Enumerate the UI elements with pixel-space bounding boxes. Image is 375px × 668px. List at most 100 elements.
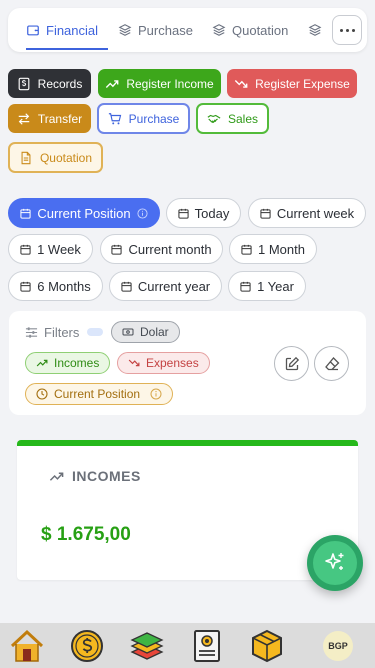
incomes-header: INCOMES	[49, 468, 141, 484]
period-today-label: Today	[194, 205, 230, 221]
module-tabs: Financial Purchase Quotation	[8, 8, 367, 52]
period-current-year-label: Current year	[137, 278, 211, 294]
calendar-icon	[121, 281, 132, 292]
tab-purchase[interactable]: Purchase	[118, 8, 193, 52]
info-icon	[137, 207, 148, 219]
filters-card: Filters Dolar Incomes Expenses Current P…	[9, 311, 366, 415]
handshake-icon	[207, 114, 221, 123]
expenses-filter-label: Expenses	[146, 356, 199, 370]
calendar-icon	[260, 208, 271, 219]
nav-finance[interactable]	[70, 629, 104, 663]
transfer-arrows-icon	[18, 112, 30, 125]
info-icon	[150, 388, 162, 400]
tab-financial[interactable]: Financial	[26, 8, 108, 52]
transfer-button[interactable]: Transfer	[8, 104, 91, 133]
clear-filters-button[interactable]	[314, 346, 349, 381]
layers-icon	[212, 24, 226, 36]
tab-quotation[interactable]: Quotation	[212, 8, 288, 52]
period-current-position[interactable]: Current Position	[8, 198, 160, 228]
calendar-icon	[111, 244, 123, 255]
tab-financial-label: Financial	[46, 22, 99, 38]
calendar-icon	[20, 208, 31, 219]
trending-down-icon	[234, 79, 248, 88]
nav-layers[interactable]	[130, 629, 164, 663]
period-today[interactable]: Today	[166, 198, 241, 228]
incomes-title: INCOMES	[72, 468, 141, 484]
register-income-button[interactable]: Register Income	[98, 69, 221, 98]
period-1-week-label: 1 Week	[37, 241, 81, 257]
edit-filters-button[interactable]	[274, 346, 309, 381]
more-dot-icon	[351, 28, 355, 32]
nav-packages[interactable]	[250, 629, 284, 663]
wallet-icon	[27, 25, 39, 36]
records-button[interactable]: Records	[8, 69, 91, 98]
purchase-label: Purchase	[128, 111, 180, 126]
currency-tag[interactable]: Dolar	[111, 321, 180, 343]
records-label: Records	[37, 76, 83, 91]
shopping-cart-icon	[108, 112, 121, 124]
calendar-icon	[240, 281, 251, 292]
eraser-icon	[324, 356, 339, 370]
tab-purchase-label: Purchase	[138, 22, 193, 38]
period-filter-tag[interactable]: Current Position	[25, 383, 174, 405]
receipt-dollar-icon	[18, 77, 30, 90]
trending-up-icon	[36, 359, 48, 367]
trending-up-icon	[49, 471, 64, 481]
register-income-label: Register Income	[126, 76, 214, 91]
period-6-months-label: 6 Months	[37, 278, 91, 294]
edit-icon	[285, 356, 299, 370]
quotation-button[interactable]: Quotation	[8, 142, 103, 173]
register-expense-button[interactable]: Register Expense	[227, 69, 357, 98]
document-icon	[21, 151, 31, 164]
more-dot-icon	[339, 28, 343, 32]
nav-home[interactable]	[10, 629, 44, 663]
period-1-month[interactable]: 1 Month	[229, 234, 317, 264]
layers-icon	[308, 24, 322, 36]
period-6-months[interactable]: 6 Months	[8, 271, 103, 301]
period-current-month-label: Current month	[128, 241, 212, 257]
layers-icon	[118, 24, 132, 36]
calendar-icon	[241, 244, 252, 255]
calendar-icon	[20, 281, 31, 292]
purchase-button[interactable]: Purchase	[97, 103, 190, 134]
period-1-year[interactable]: 1 Year	[228, 271, 306, 301]
period-current-week[interactable]: Current week	[248, 198, 366, 228]
incomes-accent-bar	[17, 440, 358, 446]
ai-assistant-button[interactable]	[307, 535, 363, 591]
filters-toggle[interactable]	[87, 328, 103, 336]
sales-button[interactable]: Sales	[196, 103, 269, 134]
tab-overflow-partial[interactable]	[308, 8, 322, 52]
tab-quotation-label: Quotation	[232, 22, 289, 38]
layers-stack-icon	[130, 632, 164, 660]
coin-dollar-icon	[71, 630, 103, 662]
filters-label: Filters	[44, 325, 80, 340]
period-1-year-label: 1 Year	[257, 278, 294, 294]
filters-header[interactable]: Filters	[25, 325, 79, 340]
bottom-navigation: BGP	[0, 623, 375, 668]
calendar-icon	[20, 244, 31, 255]
period-1-week[interactable]: 1 Week	[8, 234, 93, 264]
clock-icon	[36, 388, 48, 400]
transfer-label: Transfer	[37, 111, 83, 126]
sliders-icon	[25, 327, 38, 338]
nav-certificate[interactable]	[190, 629, 224, 663]
period-current-month[interactable]: Current month	[100, 234, 223, 264]
document-badge-icon	[194, 630, 220, 662]
register-expense-label: Register Expense	[255, 76, 350, 91]
box-icon	[252, 629, 282, 663]
period-1-month-label: 1 Month	[258, 241, 305, 257]
nav-profile[interactable]: BGP	[321, 629, 355, 663]
incomes-filter-tag[interactable]: Incomes	[25, 352, 111, 374]
period-current-position-label: Current Position	[37, 205, 131, 221]
incomes-total-value: $ 1.675,00	[41, 524, 131, 545]
trending-down-icon	[128, 359, 140, 367]
active-tab-indicator	[26, 48, 108, 50]
period-filter-label: Current Position	[54, 387, 141, 401]
profile-avatar: BGP	[323, 631, 353, 661]
ai-assistant-inner	[313, 541, 357, 585]
expenses-filter-tag[interactable]: Expenses	[117, 352, 210, 374]
quotation-label: Quotation	[39, 150, 93, 165]
trending-up-icon	[106, 79, 119, 88]
period-current-year[interactable]: Current year	[109, 271, 222, 301]
more-tabs-button[interactable]	[332, 15, 362, 45]
